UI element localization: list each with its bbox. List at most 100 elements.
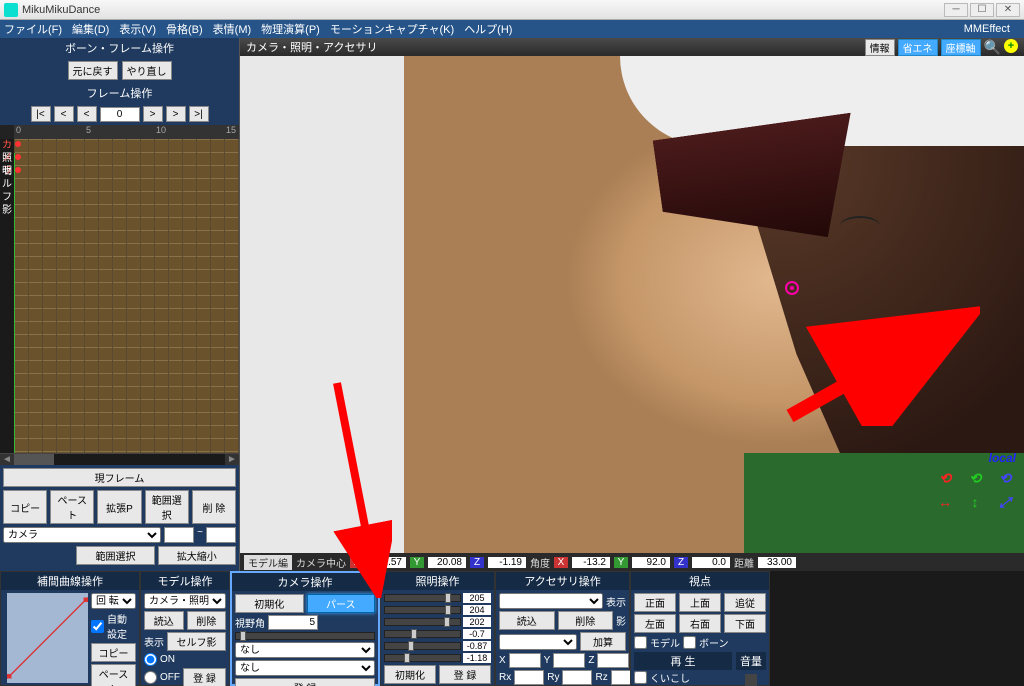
acc-z-input[interactable]	[597, 653, 629, 668]
frame-prev-keyframe-button[interactable]: <	[54, 106, 74, 122]
volume-slider[interactable]	[745, 674, 757, 686]
light-r-slider[interactable]	[384, 594, 461, 602]
camera-center-marker[interactable]	[785, 281, 799, 295]
acc-delete-button[interactable]: 削除	[558, 611, 614, 630]
frame-last-button[interactable]: >|	[189, 106, 209, 122]
camera-select[interactable]: カメラ	[3, 527, 161, 543]
coord-z[interactable]: -1.19	[488, 557, 526, 568]
range-end-input[interactable]	[206, 527, 236, 543]
view-model-checkbox[interactable]	[634, 636, 647, 649]
accessory-select[interactable]	[499, 593, 603, 609]
angle-y[interactable]: 92.0	[632, 557, 670, 568]
curve-copy-button[interactable]: コピー	[91, 643, 136, 662]
play-kui-checkbox[interactable]	[634, 671, 647, 684]
camera-bone-select[interactable]: なし	[235, 642, 375, 658]
acc-parent-select[interactable]	[499, 634, 577, 650]
acc-rx-input[interactable]	[514, 670, 544, 685]
maximize-button[interactable]: ☐	[970, 3, 994, 17]
light-rz-slider[interactable]	[384, 654, 461, 662]
acc-x-input[interactable]	[509, 653, 541, 668]
axis-button[interactable]: 座標軸	[941, 39, 981, 56]
timeline[interactable]: カメラ 照明 セルフ影 0 5 10 15	[0, 125, 239, 453]
menu-mmeffect[interactable]: MMEffect	[964, 23, 1010, 35]
close-button[interactable]: ✕	[996, 3, 1020, 17]
menu-physics[interactable]: 物理演算(P)	[261, 21, 320, 37]
frame-input[interactable]	[100, 107, 140, 122]
frame-first-button[interactable]: |<	[31, 106, 51, 122]
paste-button[interactable]: ペースト	[50, 490, 94, 524]
model-register-button[interactable]: 登 録	[183, 668, 226, 686]
curve-axis-select[interactable]: 回 転	[91, 593, 136, 609]
light-ry-slider[interactable]	[384, 642, 461, 650]
selfshadow-button[interactable]: セルフ影	[167, 632, 226, 651]
frame-next-keyframe-button[interactable]: >	[166, 106, 186, 122]
acc-load-button[interactable]: 読込	[499, 611, 555, 630]
acc-y-input[interactable]	[553, 653, 585, 668]
timeline-row-light[interactable]: 照明	[0, 152, 14, 165]
auto-checkbox[interactable]	[91, 620, 104, 633]
model-off-radio[interactable]	[144, 671, 157, 684]
camera-init-button[interactable]: 初期化	[235, 594, 304, 613]
magnify-icon[interactable]: 🔍	[984, 39, 1001, 56]
plus-icon[interactable]: +	[1004, 39, 1018, 53]
gizmo-y-icon[interactable]: ↕	[964, 491, 986, 513]
timeline-scrollbar[interactable]: ◄ ►	[0, 453, 239, 465]
gizmo-z-icon[interactable]: ⤢	[994, 491, 1016, 513]
model-delete-button[interactable]: 削除	[187, 611, 227, 630]
expand-p-button[interactable]: 拡張P	[97, 490, 141, 524]
timeline-row-camera[interactable]: カメラ	[0, 139, 14, 152]
view-top-button[interactable]: 上面	[679, 593, 721, 612]
range-display-button[interactable]: 範囲選択	[76, 546, 154, 565]
model-edit-button[interactable]: モデル編	[244, 555, 292, 570]
distance-value[interactable]: 33.00	[758, 557, 796, 568]
scroll-left-icon[interactable]: ◄	[0, 454, 14, 465]
menu-morph[interactable]: 表情(M)	[213, 21, 252, 37]
lighting-register-button[interactable]: 登 録	[439, 665, 491, 684]
keyframe-dot[interactable]	[15, 167, 21, 173]
view-front-button[interactable]: 正面	[634, 593, 676, 612]
camera-bone-select-2[interactable]: なし	[235, 660, 375, 676]
menu-mocap[interactable]: モーションキャプチャ(K)	[330, 21, 454, 37]
delete-button[interactable]: 削 除	[192, 490, 236, 524]
menu-help[interactable]: ヘルプ(H)	[464, 21, 512, 37]
coord-y[interactable]: 20.08	[428, 557, 466, 568]
angle-z[interactable]: 0.0	[692, 557, 730, 568]
lighting-init-button[interactable]: 初期化	[384, 665, 436, 684]
gizmo-rot-x-icon[interactable]: ⟲	[934, 467, 956, 489]
info-button[interactable]: 情報	[865, 39, 895, 56]
range-select-button[interactable]: 範囲選択	[145, 490, 189, 524]
timeline-row-selfshadow[interactable]: セルフ影	[0, 165, 14, 178]
model-on-radio[interactable]	[144, 653, 157, 666]
view-bone-checkbox[interactable]	[683, 636, 696, 649]
view-left-button[interactable]: 左面	[634, 614, 676, 633]
zoom-button[interactable]: 拡大縮小	[158, 546, 236, 565]
acc-add-button[interactable]: 加算	[580, 632, 626, 651]
model-target-select[interactable]: カメラ・照明・アクセサリ	[144, 593, 226, 609]
fov-slider[interactable]	[235, 632, 375, 640]
copy-button[interactable]: コピー	[3, 490, 47, 524]
model-load-button[interactable]: 読込	[144, 611, 184, 630]
menu-file[interactable]: ファイル(F)	[4, 21, 62, 37]
scrollbar-thumb[interactable]	[14, 454, 54, 465]
angle-x[interactable]: -13.2	[572, 557, 610, 568]
menu-bone[interactable]: 骨格(B)	[166, 21, 203, 37]
light-b-slider[interactable]	[384, 618, 461, 626]
acc-ry-input[interactable]	[562, 670, 592, 685]
timeline-grid[interactable]	[14, 139, 239, 453]
light-rx-slider[interactable]	[384, 630, 461, 638]
view-bottom-button[interactable]: 下面	[724, 614, 766, 633]
curve-canvas[interactable]	[7, 593, 88, 683]
camera-register-button[interactable]: 登 録	[235, 678, 375, 686]
redo-button[interactable]: やり直し	[122, 61, 172, 80]
frame-next-button[interactable]: >	[143, 106, 163, 122]
gizmo-rot-z-icon[interactable]: ⟲	[994, 467, 1016, 489]
undo-button[interactable]: 元に戻す	[68, 61, 118, 80]
scroll-right-icon[interactable]: ►	[225, 454, 239, 465]
menu-view[interactable]: 表示(V)	[119, 21, 156, 37]
view-right-button[interactable]: 右面	[679, 614, 721, 633]
menu-edit[interactable]: 編集(D)	[72, 21, 109, 37]
keyframe-dot[interactable]	[15, 154, 21, 160]
gizmo-x-icon[interactable]: ↔	[934, 491, 956, 513]
frame-prev-button[interactable]: <	[77, 106, 97, 122]
keyframe-dot[interactable]	[15, 141, 21, 147]
